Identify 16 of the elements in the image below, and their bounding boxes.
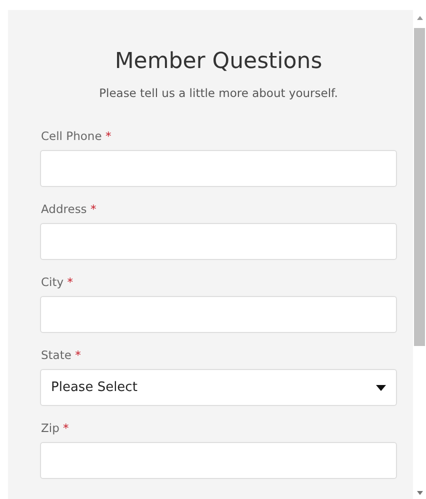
field-label: City *: [41, 274, 73, 291]
scrollbar-thumb[interactable]: [414, 28, 425, 346]
text-field[interactable]: [40, 442, 397, 479]
form-subtitle: Please tell us a little more about yourself.: [98, 85, 339, 102]
text-field[interactable]: [40, 150, 397, 187]
field-label: Cell Phone *: [41, 128, 112, 145]
text-field[interactable]: [40, 296, 397, 333]
scroll-up-icon[interactable]: [416, 16, 422, 20]
field-label: Zip *: [41, 420, 69, 437]
select-field[interactable]: Please Select: [40, 369, 397, 406]
field-label: State *: [41, 347, 81, 364]
text-field[interactable]: [40, 223, 397, 260]
caret-down-icon: [376, 384, 386, 390]
form-title: Member Questions: [114, 48, 324, 76]
field-label: Address *: [41, 201, 96, 218]
scroll-down-icon[interactable]: [416, 491, 422, 495]
